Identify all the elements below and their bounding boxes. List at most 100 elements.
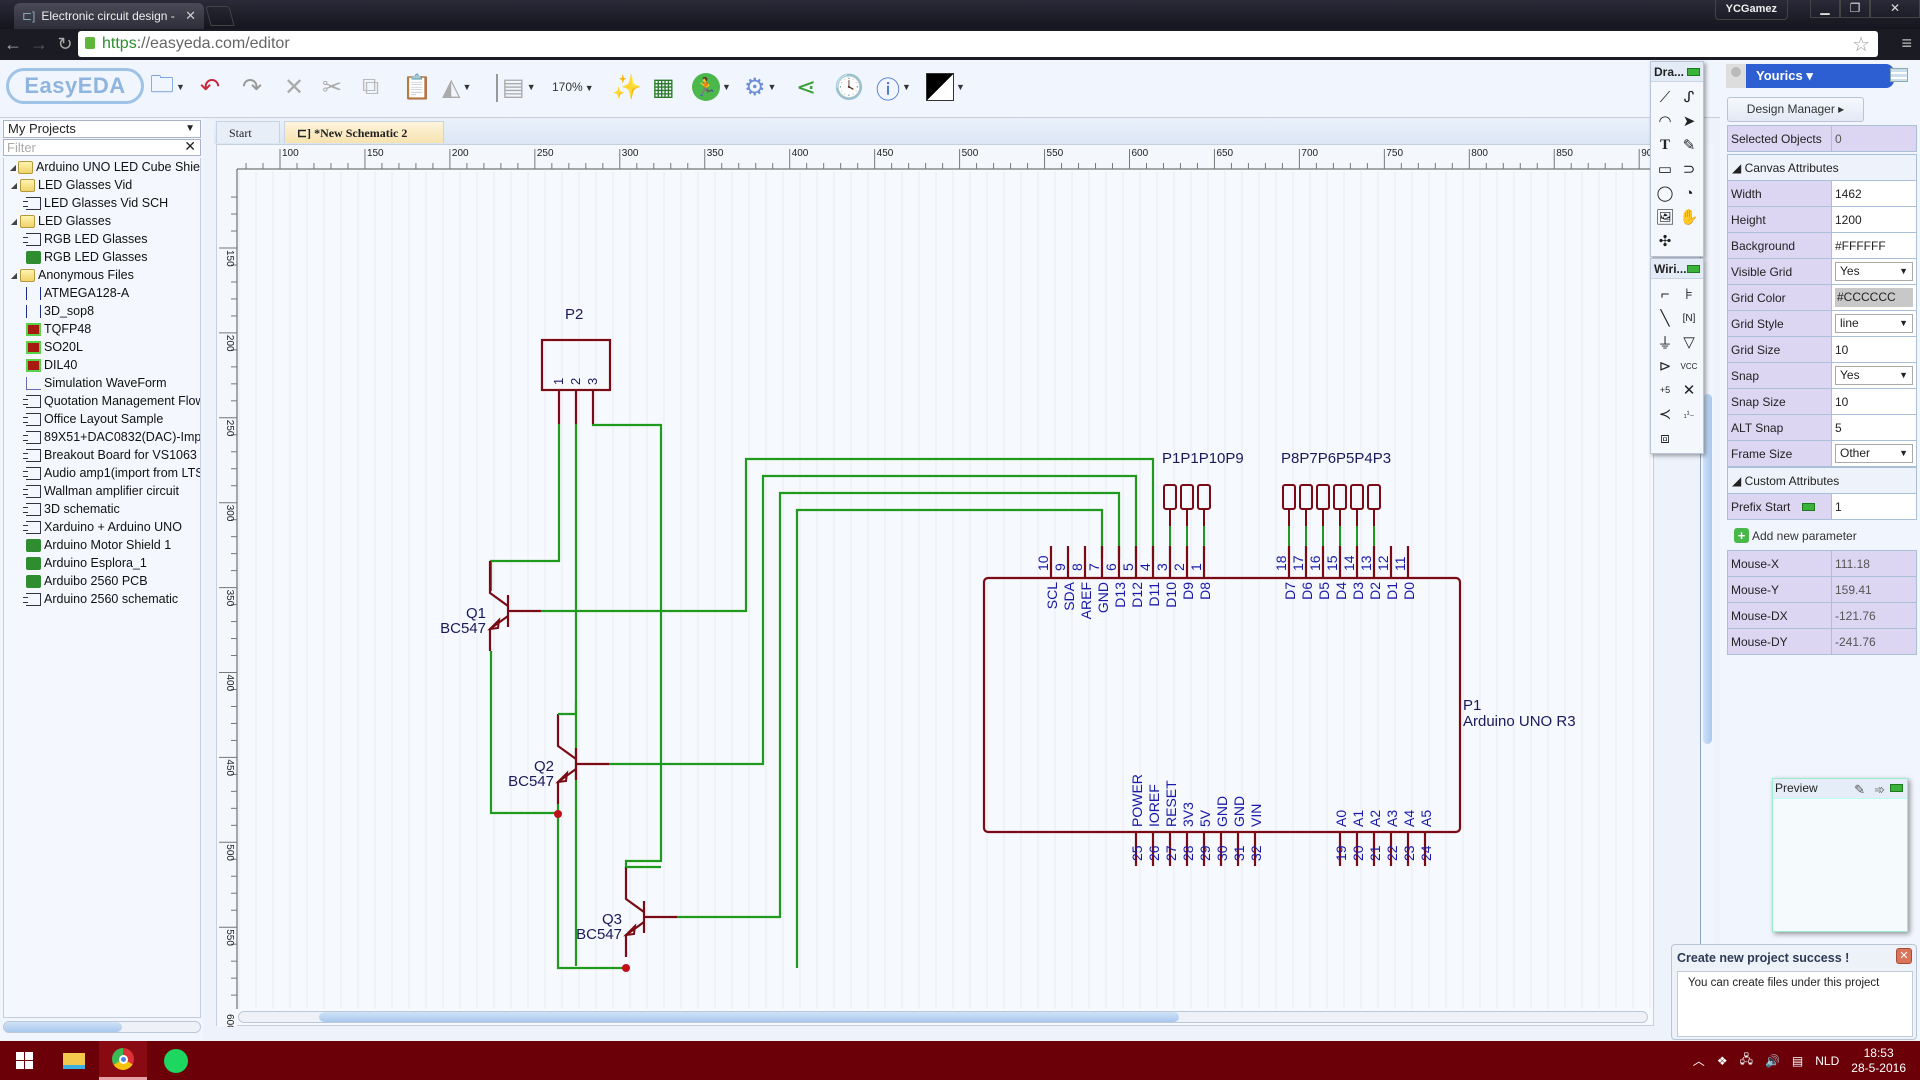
attr-visible-grid-field[interactable]: Yes ▼ xyxy=(1831,258,1917,285)
tree-item[interactable]: Arduibo 2560 PCB xyxy=(4,572,200,590)
ground-tool-icon[interactable]: ⏚ xyxy=(1653,330,1677,354)
tree-item[interactable]: 89X51+DAC0832(DAC)-Imp xyxy=(4,428,200,446)
arc-tool-icon[interactable]: ◠ xyxy=(1653,109,1677,133)
gnd-flag-icon[interactable]: ▽ xyxy=(1677,330,1701,354)
transistor-collector[interactable] xyxy=(488,561,509,607)
expand-toggle-icon[interactable]: ◢ xyxy=(8,217,20,226)
cut-button[interactable]: ✂ xyxy=(322,72,342,102)
custom-attributes-header[interactable]: ◢ Custom Attributes xyxy=(1727,467,1917,494)
zoom-level-dropdown[interactable]: 170% ▼ xyxy=(552,80,594,94)
easyeda-logo[interactable]: EasyEDA xyxy=(6,68,144,104)
tree-item[interactable]: ◢ LED Glasses Vid xyxy=(4,176,200,194)
plus5v-flag-icon[interactable]: +5 xyxy=(1653,378,1677,402)
attr-grid-style-field[interactable]: line ▼ xyxy=(1831,310,1917,337)
dropbox-icon[interactable]: ❖ xyxy=(1717,1054,1728,1068)
rectangle-tool-icon[interactable]: ▭ xyxy=(1653,157,1677,181)
tree-item[interactable]: Office Layout Sample xyxy=(4,410,200,428)
clock[interactable]: 18:53 28-5-2016 xyxy=(1851,1046,1906,1076)
schematic-canvas[interactable]: 100 150 200 250 300 350 400 450 500 550 600 650 700 7… xyxy=(216,144,1655,1027)
vcc-flag-icon[interactable]: VCC xyxy=(1677,354,1701,378)
share-button[interactable]: ⋖ xyxy=(796,72,816,102)
canvas-horizontal-scrollbar[interactable] xyxy=(238,1011,1648,1023)
wire-tool-icon[interactable]: ⌐ xyxy=(1653,282,1677,306)
tree-item[interactable]: LED Glasses Vid SCH xyxy=(4,194,200,212)
minimize-palette-icon[interactable] xyxy=(1687,68,1700,76)
attr-height-field[interactable]: 1200 xyxy=(1831,206,1917,233)
schematic-drawing[interactable]: P21 2 3Q1BC547Q2BC547Q3BC547P1Arduino UNO … xyxy=(217,145,1655,1027)
wire[interactable] xyxy=(609,474,1138,766)
history-button[interactable]: 🕓 xyxy=(834,72,864,102)
restore-button[interactable]: ❐ xyxy=(1840,0,1870,18)
network-icon[interactable]: 🖧 xyxy=(1740,1050,1753,1071)
filter-input[interactable]: Filter ✕ xyxy=(3,139,201,156)
pin-tool-icon[interactable]: ≺ xyxy=(1653,402,1677,426)
wire[interactable] xyxy=(677,491,1121,919)
tree-item[interactable]: Breakout Board for VS1063 xyxy=(4,446,200,464)
volume-icon[interactable]: 🔊 xyxy=(1765,1054,1780,1068)
taskbar-chrome[interactable] xyxy=(99,1041,147,1080)
tab-new-schematic-2[interactable]: ⊏] *New Schematic 2 xyxy=(284,121,444,143)
back-icon[interactable]: ← xyxy=(0,34,26,55)
expand-toggle-icon[interactable]: ◢ xyxy=(8,163,18,172)
close-notification-icon[interactable]: ✕ xyxy=(1896,948,1912,964)
canvas-origin-icon[interactable]: ✣ xyxy=(1653,229,1677,253)
paste-button[interactable]: 📋 xyxy=(402,72,432,102)
tree-item[interactable]: Arduino Motor Shield 1 xyxy=(4,536,200,554)
tree-item[interactable]: 3D_sop8 xyxy=(4,302,200,320)
profile-badge[interactable]: YCGamez xyxy=(1714,0,1788,20)
bezier-tool-icon[interactable]: ᔑ xyxy=(1677,85,1701,109)
tree-item[interactable]: ◢ Arduino UNO LED Cube Shie xyxy=(4,158,200,176)
new-tab-button[interactable] xyxy=(205,6,235,26)
wire[interactable] xyxy=(591,423,663,869)
tree-item[interactable]: Xarduino + Arduino UNO xyxy=(4,518,200,536)
taskbar-file-explorer[interactable] xyxy=(50,1041,98,1080)
tree-item[interactable]: RGB LED Glasses xyxy=(4,230,200,248)
minimize-button[interactable]: ▁ xyxy=(1810,0,1840,18)
attr-grid-color-field[interactable]: #CCCCCC xyxy=(1831,284,1917,311)
wand-button[interactable]: ✨ xyxy=(612,72,642,102)
convert-to-pcb-button[interactable]: ▦ xyxy=(652,72,675,102)
address-bar[interactable]: https://easyeda.com/editor ☆ xyxy=(78,31,1878,57)
text-tool-icon[interactable]: T xyxy=(1653,133,1677,157)
open-folder-button[interactable]: 🗀 ▼ xyxy=(150,71,185,102)
copy-button[interactable]: ⧉ xyxy=(362,72,379,102)
minimize-preview-icon[interactable] xyxy=(1890,784,1903,792)
tree-item[interactable]: ◢ LED Glasses xyxy=(4,212,200,230)
tree-horizontal-scrollbar[interactable] xyxy=(3,1021,201,1033)
bus-entry-tool-icon[interactable]: ╲ xyxy=(1653,306,1677,330)
tree-item[interactable]: TQFP48 xyxy=(4,320,200,338)
action-center-icon[interactable]: ▤ xyxy=(1792,1054,1803,1068)
canvas-attributes-header[interactable]: ◢ Canvas Attributes xyxy=(1727,154,1917,181)
close-tab-icon[interactable]: ✕ xyxy=(185,8,196,24)
projects-selector[interactable]: My Projects ▼ xyxy=(3,120,201,138)
design-manager-button[interactable]: Design Manager ▸ xyxy=(1727,97,1864,122)
drag-hand-icon[interactable]: ✋ xyxy=(1677,205,1701,229)
ellipse-tool-icon[interactable]: ◯ xyxy=(1653,181,1677,205)
tree-item[interactable]: RGB LED Glasses xyxy=(4,248,200,266)
tree-item[interactable]: 3D schematic xyxy=(4,500,200,518)
group-tool-icon[interactable]: ⧈ xyxy=(1653,426,1677,450)
netport-tool-icon[interactable]: ⊳ xyxy=(1653,354,1677,378)
expand-toggle-icon[interactable]: ◢ xyxy=(8,271,20,280)
tree-item[interactable]: Audio amp1(import from LTS xyxy=(4,464,200,482)
tree-item[interactable]: SO20L xyxy=(4,338,200,356)
start-button[interactable] xyxy=(0,1041,48,1080)
transistor-collector[interactable] xyxy=(556,714,577,760)
transistor-collector[interactable] xyxy=(624,867,645,913)
tree-item[interactable]: Arduino 2560 schematic xyxy=(4,590,200,608)
tree-item[interactable]: Arduino Esplora_1 xyxy=(4,554,200,572)
flip-button[interactable]: ◭ ▼ xyxy=(442,72,471,102)
pie-tool-icon[interactable]: ◔ xyxy=(1677,181,1701,205)
layout-menu-icon[interactable] xyxy=(1890,68,1908,82)
pencil-icon[interactable]: ✎ xyxy=(1854,781,1865,799)
attr-frame-size-field[interactable]: Other ▼ xyxy=(1831,440,1917,467)
align-button[interactable]: ▤ ▼ xyxy=(502,72,536,102)
wire[interactable] xyxy=(556,804,626,970)
minimize-palette-icon[interactable] xyxy=(1687,265,1700,273)
add-new-parameter-button[interactable]: + Add new parameter xyxy=(1734,528,1857,543)
prefix-start-input[interactable]: 1 xyxy=(1831,493,1917,520)
arrow-right-icon[interactable]: ➾ xyxy=(1874,781,1885,799)
arrowhead-tool-icon[interactable]: ➤ xyxy=(1677,109,1701,133)
tree-item[interactable]: Wallman amplifier circuit xyxy=(4,482,200,500)
polyline-tool-icon[interactable]: ⟋ xyxy=(1653,85,1677,109)
